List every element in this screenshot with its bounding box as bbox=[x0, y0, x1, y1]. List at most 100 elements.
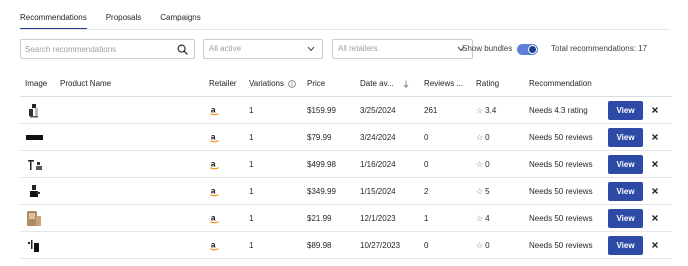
close-icon[interactable] bbox=[649, 212, 661, 224]
cell-date: 10/27/2023 bbox=[360, 241, 401, 250]
table-row[interactable]: a 1 $79.99 3/24/2024 0 ☆ 0 Needs 50 revie… bbox=[20, 124, 672, 151]
retailer-filter-select[interactable]: All retailers bbox=[332, 39, 473, 59]
amazon-logo-icon: a bbox=[210, 132, 219, 143]
tab-recommendations[interactable]: Recommendations bbox=[20, 0, 87, 30]
svg-text:a: a bbox=[211, 105, 216, 114]
view-button[interactable]: View bbox=[608, 209, 643, 228]
star-icon: ☆ bbox=[476, 133, 484, 142]
cell-date: 12/1/2023 bbox=[360, 214, 396, 223]
chevron-down-icon bbox=[307, 46, 315, 52]
star-icon: ☆ bbox=[476, 241, 484, 250]
svg-text:a: a bbox=[211, 186, 216, 195]
cell-rating: ☆ 5 bbox=[476, 187, 490, 196]
cell-rating: ☆ 0 bbox=[476, 241, 490, 250]
cell-rating: ☆ 0 bbox=[476, 133, 490, 142]
column-header-rating[interactable]: Rating bbox=[476, 79, 499, 88]
view-button[interactable]: View bbox=[608, 236, 643, 255]
cell-rating: ☆ 3.4 bbox=[476, 106, 496, 115]
view-button[interactable]: View bbox=[608, 155, 643, 174]
cell-price: $21.99 bbox=[307, 214, 332, 223]
cell-reviews: 0 bbox=[424, 160, 429, 169]
rating-value: 0 bbox=[485, 241, 490, 250]
view-button[interactable]: View bbox=[608, 101, 643, 120]
search-input[interactable] bbox=[21, 40, 171, 58]
filter-toolbar: All active All retailers Show bundles To… bbox=[20, 39, 670, 59]
product-thumbnail[interactable] bbox=[26, 237, 43, 254]
product-thumbnail[interactable] bbox=[26, 156, 43, 173]
total-recommendations: Total recommendations: 17 bbox=[551, 44, 648, 53]
cell-price: $159.99 bbox=[307, 106, 336, 115]
amazon-logo-icon: a bbox=[210, 105, 219, 116]
product-thumbnail[interactable] bbox=[26, 210, 43, 227]
svg-text:a: a bbox=[211, 159, 216, 168]
close-icon[interactable] bbox=[649, 104, 661, 116]
cell-recommendation: Needs 50 reviews bbox=[529, 241, 593, 250]
amazon-logo-icon: a bbox=[210, 186, 219, 197]
cell-reviews: 261 bbox=[424, 106, 438, 115]
product-thumbnail[interactable] bbox=[26, 183, 43, 200]
cell-reviews: 2 bbox=[424, 187, 429, 196]
column-header-product-name[interactable]: Product Name bbox=[60, 79, 111, 88]
column-header-price[interactable]: Price bbox=[307, 79, 325, 88]
status-filter-select[interactable]: All active bbox=[203, 39, 323, 59]
close-icon[interactable] bbox=[649, 239, 661, 251]
show-bundles-label: Show bundles bbox=[462, 44, 513, 53]
cell-date: 3/25/2024 bbox=[360, 106, 396, 115]
star-icon: ☆ bbox=[476, 187, 484, 196]
view-button[interactable]: View bbox=[608, 128, 643, 147]
info-icon[interactable] bbox=[288, 80, 296, 88]
column-header-image: Image bbox=[25, 79, 48, 88]
cell-variations: 1 bbox=[249, 133, 254, 142]
cell-price: $89.98 bbox=[307, 241, 332, 250]
toggle-knob bbox=[528, 45, 537, 54]
rating-value: 5 bbox=[485, 187, 490, 196]
cell-price: $499.98 bbox=[307, 160, 336, 169]
tabs-divider bbox=[20, 29, 670, 30]
cell-variations: 1 bbox=[249, 241, 254, 250]
close-icon[interactable] bbox=[649, 185, 661, 197]
cell-date: 3/24/2024 bbox=[360, 133, 396, 142]
search-box bbox=[20, 39, 195, 59]
table-header: Image Product Name Retailer Variations P… bbox=[20, 75, 672, 97]
cell-date: 1/16/2024 bbox=[360, 160, 396, 169]
retailer-filter-value: All retailers bbox=[338, 44, 378, 53]
sort-arrow-icon[interactable] bbox=[403, 80, 409, 88]
amazon-logo-icon: a bbox=[210, 240, 219, 251]
search-icon[interactable] bbox=[177, 44, 188, 55]
svg-text:a: a bbox=[211, 213, 216, 222]
tab-proposals[interactable]: Proposals bbox=[106, 0, 142, 30]
rating-value: 0 bbox=[485, 133, 490, 142]
column-header-date[interactable]: Date av... bbox=[360, 79, 394, 88]
cell-variations: 1 bbox=[249, 214, 254, 223]
column-header-variations[interactable]: Variations bbox=[249, 79, 284, 88]
view-button[interactable]: View bbox=[608, 182, 643, 201]
cell-reviews: 0 bbox=[424, 241, 429, 250]
svg-text:a: a bbox=[211, 240, 216, 249]
cell-recommendation: Needs 50 reviews bbox=[529, 133, 593, 142]
table-row[interactable]: a 1 $499.98 1/16/2024 0 ☆ 0 Needs 50 revi… bbox=[20, 151, 672, 178]
product-thumbnail[interactable] bbox=[26, 129, 43, 146]
tab-bar: Recommendations Proposals Campaigns bbox=[20, 0, 201, 30]
table-row[interactable]: a 1 $89.98 10/27/2023 0 ☆ 0 Needs 50 revi… bbox=[20, 232, 672, 259]
cell-price: $79.99 bbox=[307, 133, 332, 142]
cell-recommendation: Needs 4.3 rating bbox=[529, 106, 588, 115]
cell-variations: 1 bbox=[249, 187, 254, 196]
column-header-retailer[interactable]: Retailer bbox=[209, 79, 237, 88]
table-row[interactable]: a 1 $21.99 12/1/2023 1 ☆ 4 Needs 50 revie… bbox=[20, 205, 672, 232]
rating-value: 3.4 bbox=[485, 106, 497, 115]
amazon-logo-icon: a bbox=[210, 213, 219, 224]
cell-recommendation: Needs 50 reviews bbox=[529, 187, 593, 196]
cell-variations: 1 bbox=[249, 160, 254, 169]
tab-campaigns[interactable]: Campaigns bbox=[160, 0, 200, 30]
cell-reviews: 0 bbox=[424, 133, 429, 142]
show-bundles-toggle[interactable] bbox=[517, 44, 538, 55]
close-icon[interactable] bbox=[649, 131, 661, 143]
product-thumbnail[interactable] bbox=[26, 102, 43, 119]
table-row[interactable]: a 1 $349.99 1/15/2024 2 ☆ 5 Needs 50 revi… bbox=[20, 178, 672, 205]
cell-date: 1/15/2024 bbox=[360, 187, 396, 196]
column-header-recommendation[interactable]: Recommendation bbox=[529, 79, 592, 88]
table-row[interactable]: a 1 $159.99 3/25/2024 261 ☆ 3.4 Needs 4.3… bbox=[20, 97, 672, 124]
cell-reviews: 1 bbox=[424, 214, 429, 223]
column-header-reviews[interactable]: Reviews ... bbox=[424, 79, 463, 88]
close-icon[interactable] bbox=[649, 158, 661, 170]
